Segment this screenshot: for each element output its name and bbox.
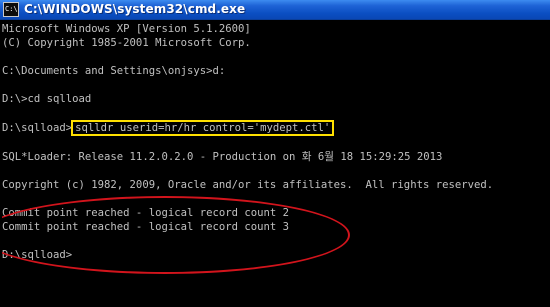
title-bar[interactable]: C:\ C:\WINDOWS\system32\cmd.exe [0,0,550,20]
console-line: D:\sqlload> sqlldr userid=hr/hr control='… [2,120,335,136]
console-line: D:\sqlload> [2,249,73,261]
console-line: SQL*Loader: Release 11.2.0.2.0 - Product… [2,151,443,163]
console-line: (C) Copyright 1985-2001 Microsoft Corp. [2,37,251,49]
console-line: Copyright (c) 1982, 2009, Oracle and/or … [2,179,494,191]
cmd-window: C:\ C:\WINDOWS\system32\cmd.exe Microsof… [0,0,550,307]
console-line: Commit point reached - logical record co… [2,221,290,233]
console-line: Commit point reached - logical record co… [2,207,290,219]
console-output[interactable]: Microsoft Windows XP [Version 5.1.2600] … [2,21,548,307]
console-line: D:\>cd sqlload [2,93,92,105]
highlighted-command: sqlldr userid=hr/hr control='mydept.ctl' [71,120,335,136]
console-line: C:\Documents and Settings\onjsys>d: [2,65,226,77]
prompt-text: D:\sqlload> [2,122,73,134]
cmd-icon[interactable]: C:\ [3,2,19,17]
console-line: Microsoft Windows XP [Version 5.1.2600] [2,23,251,35]
window-title: C:\WINDOWS\system32\cmd.exe [24,2,246,16]
